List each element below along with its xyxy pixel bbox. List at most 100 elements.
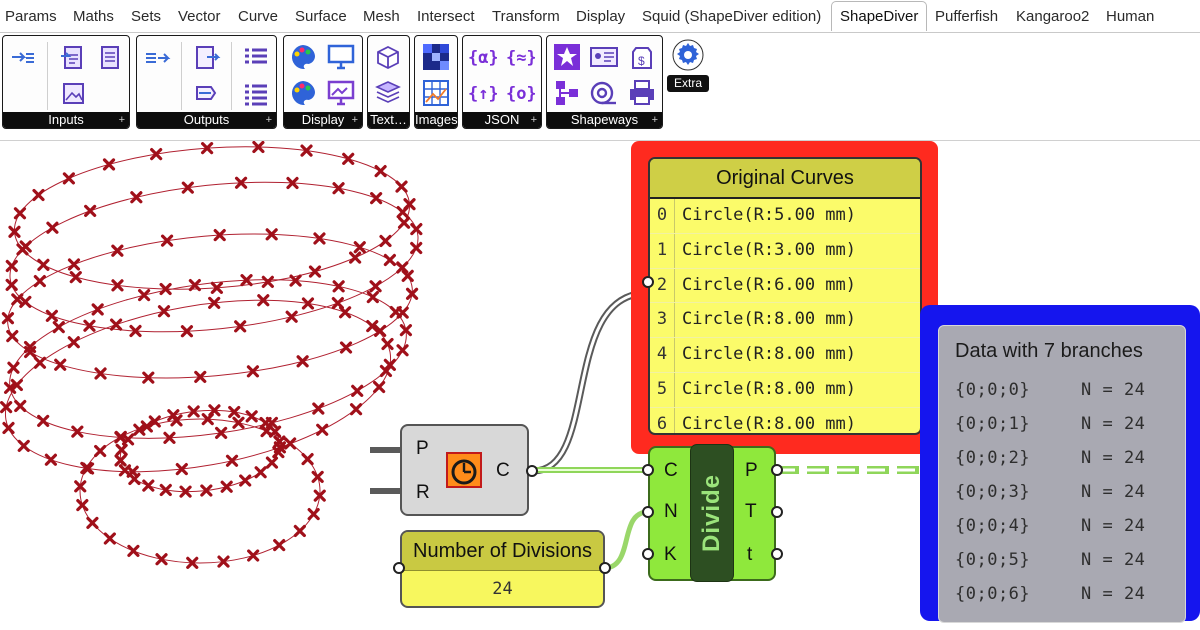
input-arrow-icon[interactable]: [8, 46, 38, 76]
output-grip[interactable]: [771, 506, 783, 518]
original-curves-panel[interactable]: Original Curves 0 Circle(R:5.00 mm) 1 Circ…: [648, 157, 922, 435]
panel-title: Data with 7 branches: [955, 340, 1143, 362]
division-point-marker: [220, 480, 233, 493]
input-port-c[interactable]: C: [664, 460, 678, 482]
list-output-2-icon[interactable]: [241, 79, 271, 109]
output-port-c[interactable]: C: [496, 460, 510, 482]
number-of-divisions-slider[interactable]: Number of Divisions 24: [400, 530, 605, 608]
output-arrow-icon[interactable]: [142, 46, 172, 76]
tab-curve[interactable]: Curve: [238, 0, 278, 32]
input-grip[interactable]: [642, 548, 654, 560]
division-point-marker: [389, 305, 402, 319]
division-point-marker: [285, 310, 298, 323]
tab-surface[interactable]: Surface: [295, 0, 347, 32]
division-point-marker: [128, 472, 141, 486]
circle-component-icon: [446, 452, 482, 488]
division-point-marker: [349, 403, 363, 416]
json-list-icon[interactable]: {↑}: [467, 78, 497, 108]
file-output-icon[interactable]: [191, 43, 221, 73]
contact-card-icon[interactable]: [589, 42, 619, 72]
monitor-icon[interactable]: [326, 42, 356, 72]
hierarchy-icon[interactable]: [552, 78, 582, 108]
texture-stack-icon[interactable]: [373, 78, 403, 108]
slider-value[interactable]: 24: [402, 571, 603, 606]
json-dict-icon[interactable]: {o}: [505, 78, 535, 108]
json-array-icon[interactable]: {≈}: [505, 42, 535, 72]
input-grip[interactable]: [642, 276, 654, 288]
tab-sets[interactable]: Sets: [131, 0, 161, 32]
input-grip[interactable]: [642, 506, 654, 518]
division-point-marker: [14, 399, 27, 413]
division-point-marker: [410, 222, 423, 236]
image-grid-icon[interactable]: [421, 42, 451, 72]
tab-kangaroo2[interactable]: Kangaroo2: [1016, 0, 1089, 32]
shapeways-star-icon[interactable]: [552, 42, 582, 72]
divide-curve-component[interactable]: C N K Divide P T t: [648, 444, 776, 582]
circle-component[interactable]: P R C: [400, 424, 529, 516]
expand-icon[interactable]: +: [119, 112, 125, 128]
image-input-icon[interactable]: [58, 78, 88, 108]
palette-icon[interactable]: [288, 42, 318, 72]
texture-box-icon[interactable]: [373, 42, 403, 72]
division-point-marker: [396, 206, 409, 219]
tab-maths[interactable]: Maths: [73, 0, 114, 32]
output-port-p[interactable]: P: [745, 460, 758, 482]
gear-icon[interactable]: [670, 37, 706, 73]
tab-params[interactable]: Params: [5, 0, 57, 32]
division-point-marker: [103, 532, 116, 545]
ribbon-panel-label: Shapeways +: [547, 112, 662, 128]
output-grip[interactable]: [771, 548, 783, 560]
division-point-marker: [83, 319, 96, 332]
file-text-icon[interactable]: [95, 43, 125, 73]
file-input-icon[interactable]: [58, 43, 88, 73]
preview-circle: [119, 409, 281, 493]
output-port-t-param[interactable]: t: [747, 544, 752, 566]
tab-display[interactable]: Display: [576, 0, 625, 32]
palette-2-icon[interactable]: [288, 78, 318, 108]
images-label: Images: [415, 112, 458, 127]
division-point-marker: [33, 356, 47, 369]
list-output-icon[interactable]: [241, 43, 271, 73]
division-point-marker: [339, 306, 352, 319]
tab-mesh[interactable]: Mesh: [363, 0, 400, 32]
ribbon-panel-images: Images: [414, 35, 458, 129]
tab-transform[interactable]: Transform: [492, 0, 560, 32]
output-grip[interactable]: [526, 465, 538, 477]
division-point-marker: [396, 344, 409, 357]
price-tag-icon[interactable]: $: [627, 42, 657, 72]
input-port-p[interactable]: P: [416, 438, 429, 460]
division-point-marker: [137, 288, 151, 302]
division-point-marker: [239, 474, 252, 487]
image-mesh-icon[interactable]: [421, 78, 451, 108]
tab-vector[interactable]: Vector: [178, 0, 221, 32]
tab-intersect[interactable]: Intersect: [417, 0, 475, 32]
output-grip[interactable]: [599, 562, 611, 574]
printer-icon[interactable]: [627, 78, 657, 108]
material-roll-icon[interactable]: [589, 78, 619, 108]
panel-list: 0 Circle(R:5.00 mm) 1 Circle(R:3.00 mm) 2C…: [650, 199, 920, 433]
tab-human[interactable]: Human: [1106, 0, 1154, 32]
data-tree-panel[interactable]: Data with 7 branches {0;0;0} N = 24 {0;0;…: [938, 325, 1186, 623]
input-port-n[interactable]: N: [664, 501, 678, 523]
expand-icon[interactable]: +: [352, 112, 358, 128]
output-port-t[interactable]: T: [745, 501, 757, 523]
screen-display-icon[interactable]: [326, 78, 356, 108]
expand-icon[interactable]: +: [652, 112, 658, 128]
division-point-marker: [383, 253, 396, 267]
input-port-k[interactable]: K: [664, 544, 677, 566]
division-point-marker: [67, 336, 80, 349]
ribbon-panel-extra[interactable]: Extra: [667, 35, 709, 95]
output-grip[interactable]: [771, 464, 783, 476]
input-grip[interactable]: [642, 464, 654, 476]
tab-squid-shapediver-edition[interactable]: Squid (ShapeDiver edition): [642, 0, 821, 32]
ribbon-panel-shapeways: $ Shapeways +: [546, 35, 663, 129]
input-port-r[interactable]: R: [416, 482, 430, 504]
export-arrow-icon[interactable]: [191, 79, 221, 109]
input-grip[interactable]: [393, 562, 405, 574]
tab-shapediver[interactable]: ShapeDiver: [831, 1, 928, 31]
json-object-icon[interactable]: {α}: [467, 42, 497, 72]
expand-icon[interactable]: +: [531, 112, 537, 128]
tab-pufferfish[interactable]: Pufferfish: [935, 0, 998, 32]
expand-icon[interactable]: +: [266, 112, 272, 128]
grasshopper-canvas[interactable]: Original Curves 0 Circle(R:5.00 mm) 1 Circ…: [0, 141, 1200, 630]
